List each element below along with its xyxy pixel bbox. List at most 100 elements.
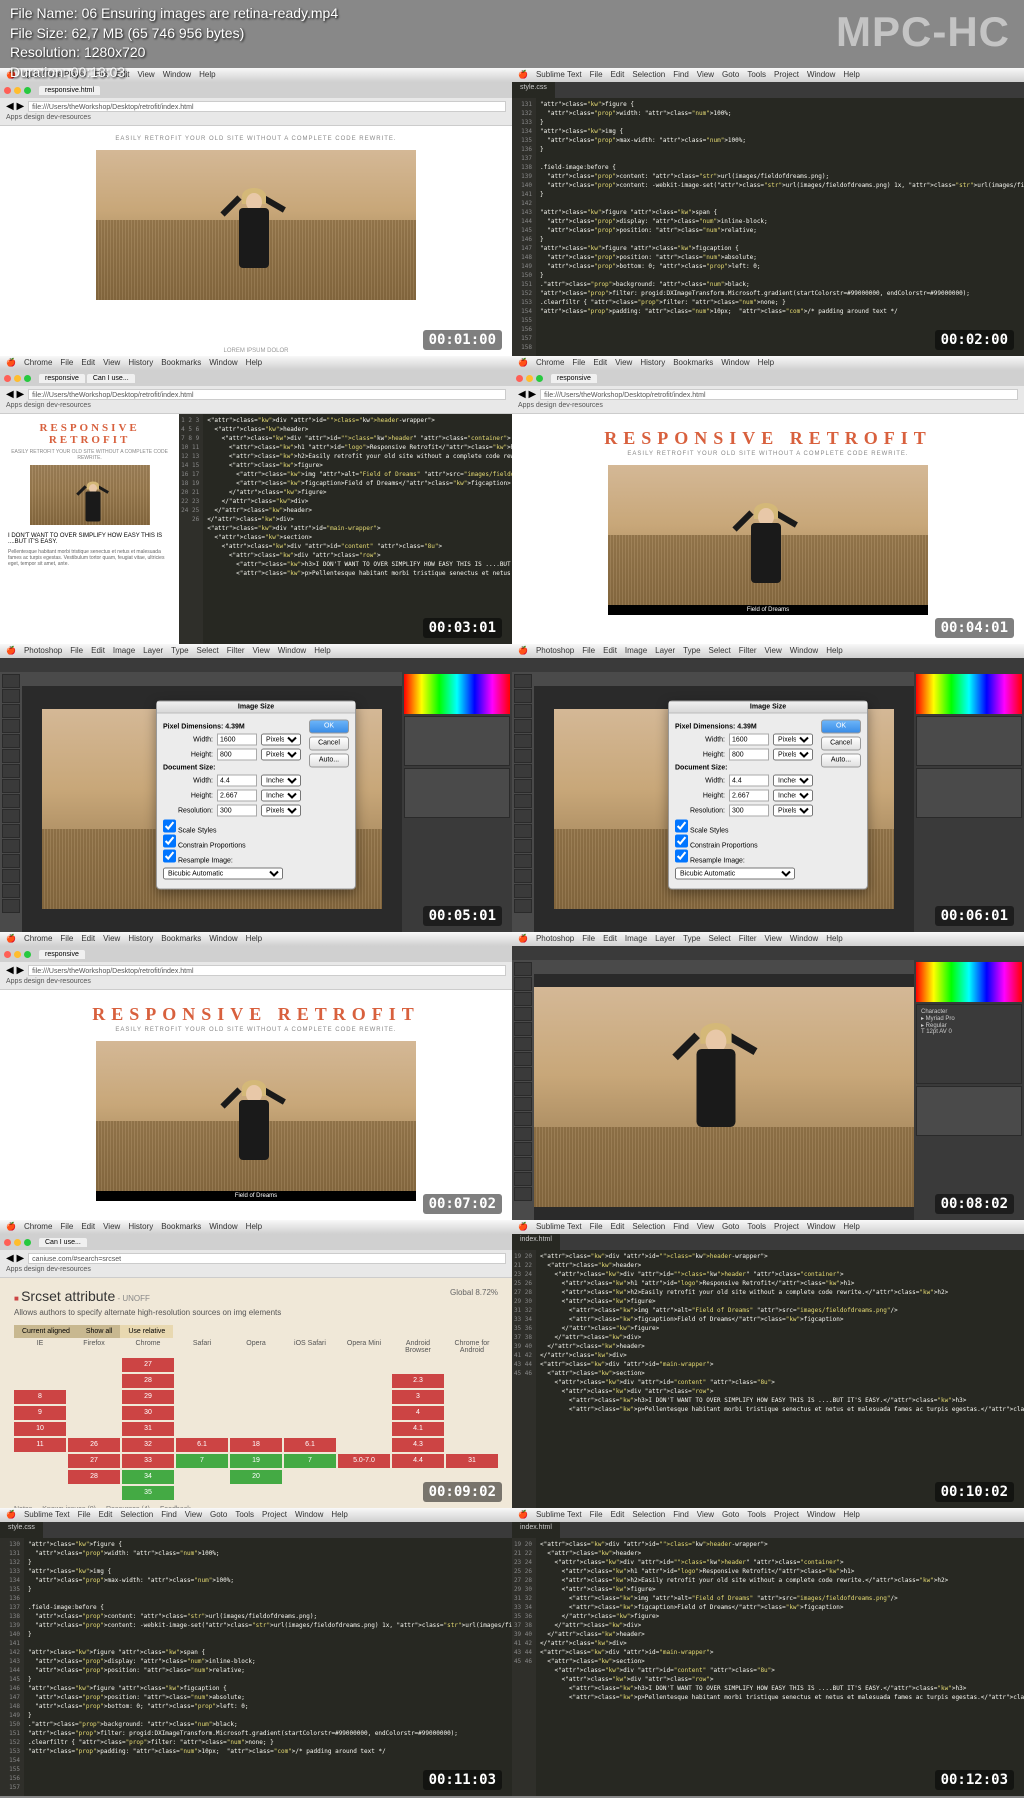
unit-select[interactable]: Pixels: [773, 734, 813, 746]
scale-checkbox[interactable]: [675, 820, 688, 833]
url-bar[interactable]: file:///Users/theWorkshop/Desktop/retrof…: [28, 101, 506, 112]
url-bar[interactable]: file:///Users/theWorkshop/Desktop/retrof…: [28, 965, 506, 976]
line-gutter: 131 132 133 134 135 136 137 138 139 140 …: [512, 98, 536, 356]
unit-select[interactable]: Pixels: [261, 749, 301, 761]
view-tabs[interactable]: Current alignedShow allUse relative: [14, 1325, 498, 1338]
resolution-input[interactable]: [217, 805, 257, 817]
ok-button[interactable]: OK: [821, 720, 861, 734]
unit-select[interactable]: Pixels/Inch: [261, 805, 301, 817]
thumb-1: 🍎QuickTime PlayerFileEditViewWindowHelp …: [0, 68, 512, 356]
unit-select[interactable]: Inches: [773, 775, 813, 787]
devtools-source[interactable]: <"attr">class="kw">div "attr">id="">clas…: [203, 414, 512, 644]
page-subtitle: EASILY RETROFIT YOUR OLD SITE WITHOUT A …: [40, 1027, 472, 1033]
resolution-input[interactable]: [729, 805, 769, 817]
bookmarks-bar[interactable]: Apps design dev-resources: [0, 114, 512, 126]
doc-width-input[interactable]: [217, 775, 257, 787]
timestamp: 00:01:00: [423, 330, 502, 350]
width-input[interactable]: [729, 734, 769, 746]
timestamp: 00:10:02: [935, 1482, 1014, 1502]
browser-tab[interactable]: Can I use...: [87, 374, 135, 383]
doc-width-input[interactable]: [729, 775, 769, 787]
url-bar[interactable]: file:///Users/theWorkshop/Desktop/retrof…: [28, 389, 506, 400]
menubar[interactable]: 🍎ChromeFileEditViewHistoryBookmarksWindo…: [0, 932, 512, 946]
ok-button[interactable]: OK: [309, 720, 349, 734]
height-input[interactable]: [729, 749, 769, 761]
browser-tab[interactable]: responsive.html: [39, 86, 100, 95]
thumb-4: 🍎ChromeFileEditViewHistoryBookmarksWindo…: [512, 356, 1024, 644]
auto-button[interactable]: Auto...: [821, 754, 861, 768]
ps-toolbar[interactable]: [0, 672, 22, 932]
timestamp: 00:09:02: [423, 1482, 502, 1502]
unit-select[interactable]: Inches: [261, 775, 301, 787]
ps-panels[interactable]: [914, 672, 1024, 932]
menubar[interactable]: 🍎Sublime TextFileEditSelectionFindViewGo…: [512, 1220, 1024, 1234]
resample-checkbox[interactable]: [675, 850, 688, 863]
menubar[interactable]: 🍎PhotoshopFileEditImageLayerTypeSelectFi…: [0, 644, 512, 658]
timestamp: 00:02:00: [935, 330, 1014, 350]
editor-tab[interactable]: index.html: [512, 1234, 560, 1250]
line-gutter: 19 20 21 22 23 24 25 26 27 28 29 30 31 3…: [512, 1250, 536, 1508]
ps-panels[interactable]: Character▸ Myriad Pro▸ RegularT 12pt AV …: [914, 960, 1024, 1220]
menubar[interactable]: 🍎Sublime TextFileEditSelectionFindViewGo…: [512, 1508, 1024, 1522]
code-editor[interactable]: <"attr">class="kw">div "attr">id="">clas…: [536, 1538, 1024, 1796]
editor-tab[interactable]: style.css: [512, 82, 555, 98]
timestamp: 00:12:03: [935, 1770, 1014, 1790]
menubar[interactable]: 🍎Sublime TextFileEditSelectionFindViewGo…: [0, 1508, 512, 1522]
url-bar[interactable]: file:///Users/theWorkshop/Desktop/retrof…: [540, 389, 1018, 400]
url-bar[interactable]: caniuse.com/#search=srcset: [28, 1253, 506, 1264]
editor-tab[interactable]: index.html: [512, 1522, 560, 1538]
cancel-button[interactable]: Cancel: [821, 737, 861, 751]
browser-tab[interactable]: responsive: [551, 374, 597, 383]
code-editor[interactable]: <"attr">class="kw">div "attr">id="">clas…: [536, 1250, 1024, 1508]
bookmarks-bar[interactable]: Apps design dev-resources: [512, 402, 1024, 414]
unit-select[interactable]: Inches: [261, 790, 301, 802]
resample-checkbox[interactable]: [163, 850, 176, 863]
constrain-checkbox[interactable]: [675, 835, 688, 848]
menubar[interactable]: 🍎ChromeFileEditViewHistoryBookmarksWindo…: [0, 356, 512, 370]
ps-toolbar[interactable]: [512, 960, 534, 1220]
app-logo: MPC-HC: [836, 8, 1010, 56]
bookmarks-bar[interactable]: Apps design dev-resources: [0, 1266, 512, 1278]
bookmarks-bar[interactable]: Apps design dev-resources: [0, 402, 512, 414]
method-select[interactable]: Bicubic Automatic: [675, 868, 795, 880]
thumb-8: 🍎PhotoshopFileEditImageLayerTypeSelectFi…: [512, 932, 1024, 1220]
doc-height-input[interactable]: [217, 790, 257, 802]
browser-tab[interactable]: responsive: [39, 950, 85, 959]
code-editor[interactable]: "attr">class="kw">figure { "attr">class=…: [536, 98, 1024, 356]
menubar[interactable]: 🍎ChromeFileEditViewHistoryBookmarksWindo…: [0, 1220, 512, 1234]
ps-panels[interactable]: [402, 672, 512, 932]
timestamp: 00:04:01: [935, 618, 1014, 638]
image-size-dialog: Image Size OKCancelAuto... Pixel Dimensi…: [668, 701, 868, 890]
menubar[interactable]: 🍎ChromeFileEditViewHistoryBookmarksWindo…: [512, 356, 1024, 370]
code-editor[interactable]: "attr">class="kw">figure { "attr">class=…: [24, 1538, 512, 1796]
unit-select[interactable]: Pixels/Inch: [773, 805, 813, 817]
line-gutter: 130 131 132 133 134 135 136 137 138 139 …: [0, 1538, 24, 1796]
menubar[interactable]: 🍎PhotoshopFileEditImageLayerTypeSelectFi…: [512, 644, 1024, 658]
unit-select[interactable]: Pixels: [773, 749, 813, 761]
ps-toolbar[interactable]: [512, 672, 534, 932]
unit-select[interactable]: Pixels: [261, 734, 301, 746]
auto-button[interactable]: Auto...: [309, 754, 349, 768]
thumb-7: 🍎ChromeFileEditViewHistoryBookmarksWindo…: [0, 932, 512, 1220]
timestamp: 00:11:03: [423, 1770, 502, 1790]
editor-tab[interactable]: style.css: [0, 1522, 43, 1538]
width-input[interactable]: [217, 734, 257, 746]
method-select[interactable]: Bicubic Automatic: [163, 868, 283, 880]
unit-select[interactable]: Inches: [773, 790, 813, 802]
menubar[interactable]: 🍎PhotoshopFileEditImageLayerTypeSelectFi…: [512, 932, 1024, 946]
thumb-9: 🍎ChromeFileEditViewHistoryBookmarksWindo…: [0, 1220, 512, 1508]
scale-checkbox[interactable]: [163, 820, 176, 833]
height-input[interactable]: [217, 749, 257, 761]
page-title: RESPONSIVE RETROFIT: [552, 428, 984, 449]
menubar[interactable]: 🍎Sublime TextFileEditSelectionFindViewGo…: [512, 68, 1024, 82]
dialog-title: Image Size: [669, 702, 867, 714]
bookmarks-bar[interactable]: Apps design dev-resources: [0, 978, 512, 990]
timestamp: 00:06:01: [935, 906, 1014, 926]
browser-tab[interactable]: Can I use...: [39, 1238, 87, 1247]
doc-height-input[interactable]: [729, 790, 769, 802]
constrain-checkbox[interactable]: [163, 835, 176, 848]
timestamp: 00:08:02: [935, 1194, 1014, 1214]
support-table: IEFirefoxChromeSafariOperaiOS SafariOper…: [14, 1338, 498, 1500]
cancel-button[interactable]: Cancel: [309, 737, 349, 751]
browser-tab[interactable]: responsive: [39, 374, 85, 383]
